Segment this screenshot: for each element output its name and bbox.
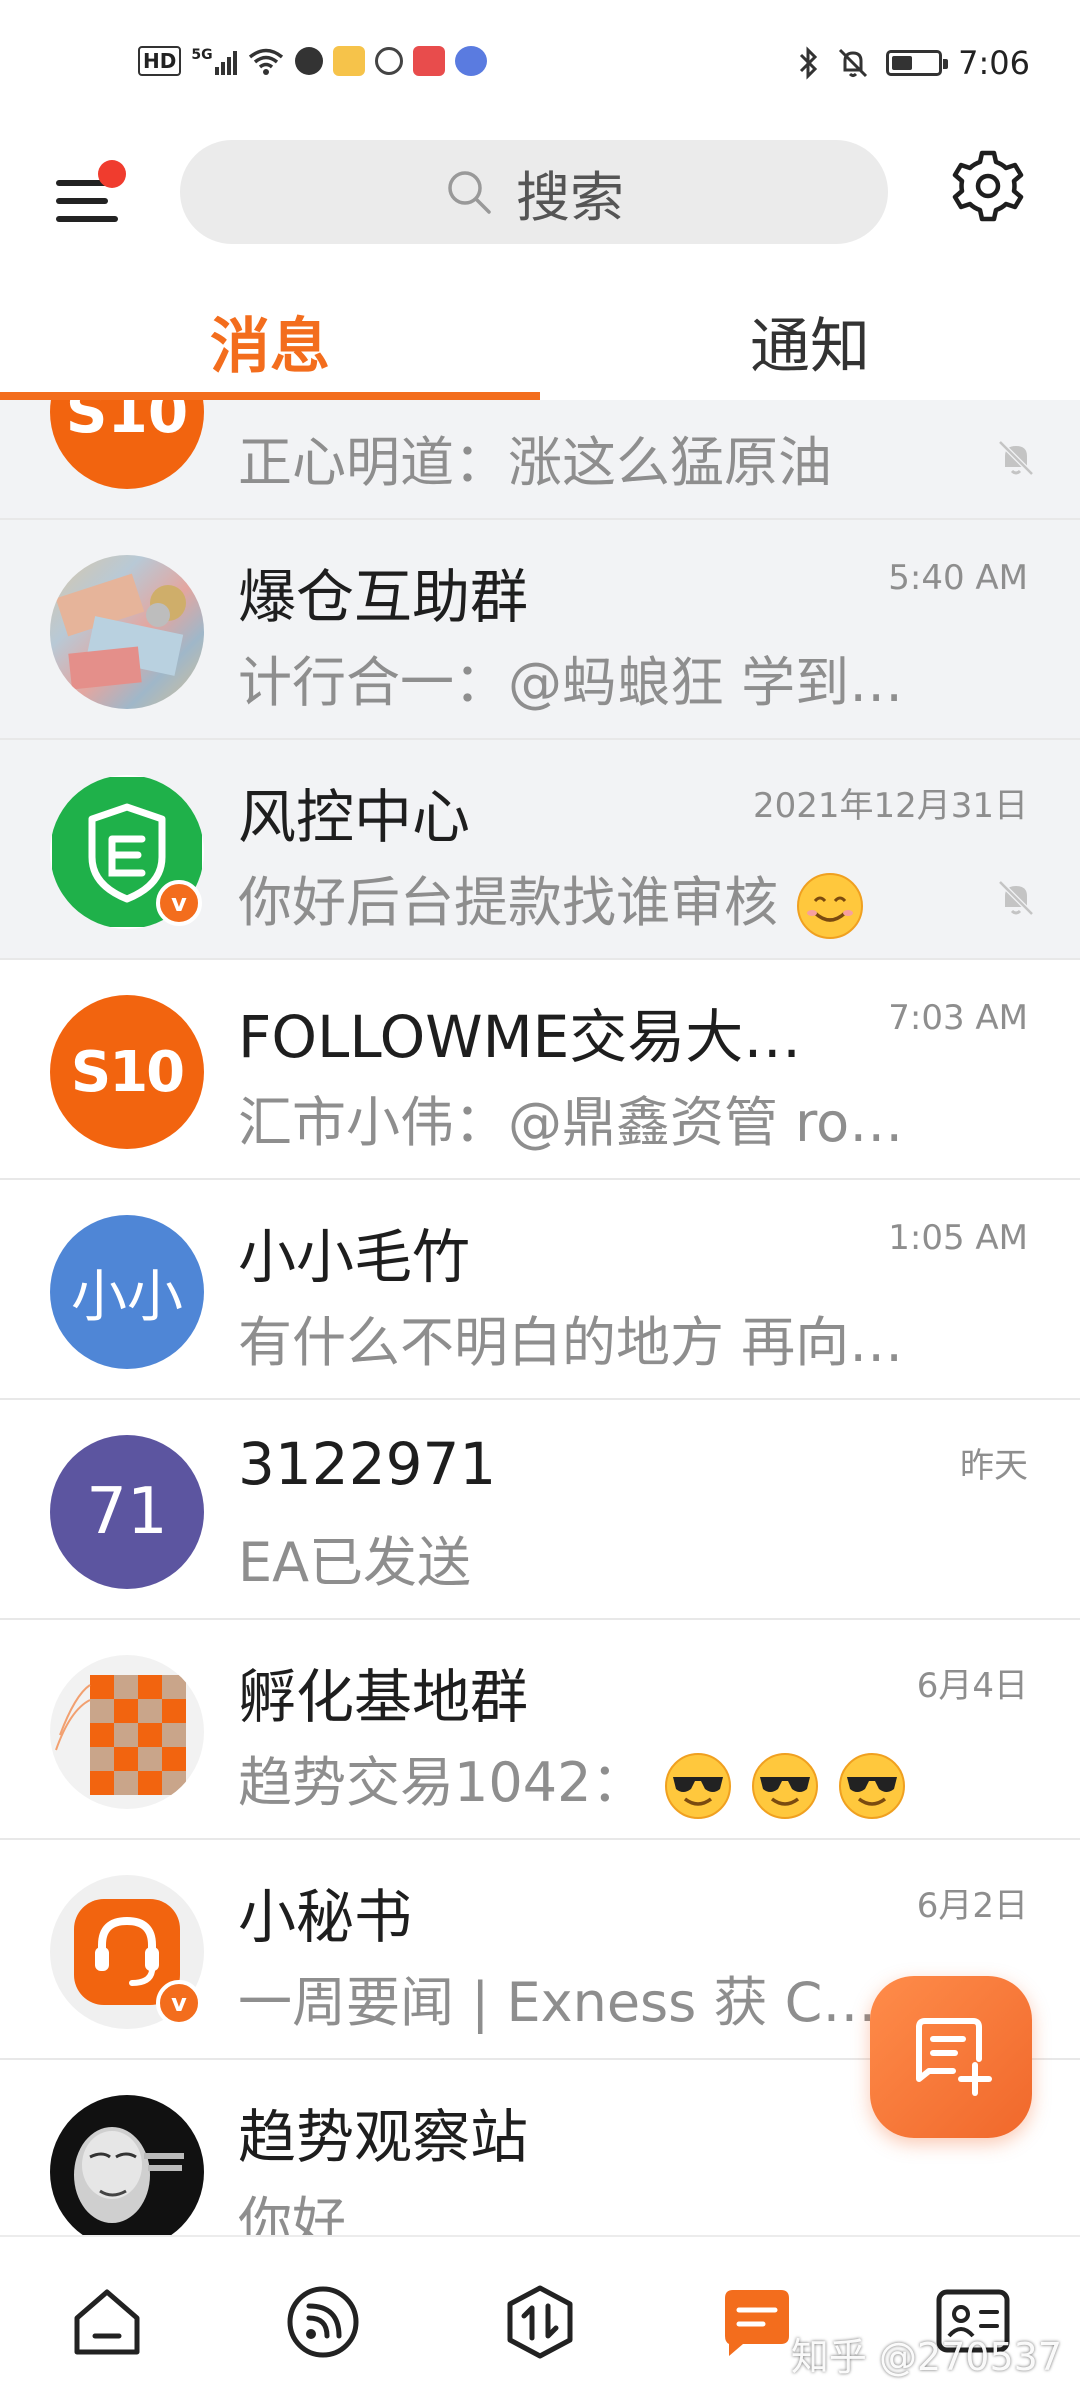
verified-badge: v [156, 1980, 202, 2026]
chat-row[interactable]: 71 3122971 昨天 EA已发送 [0, 1400, 1080, 1620]
chat-preview: 一周要闻 | Exness 获 CM… [238, 1971, 898, 2034]
chat-name: FOLLOWME交易大… [238, 1003, 802, 1071]
mute-bell-icon [839, 48, 868, 78]
status-right-icons: 7:06 [798, 44, 1030, 82]
chat-row[interactable]: S10 FOLLOWME交易大… 7:03 AM 汇市小伟：@鼎鑫资管 ro… [0, 960, 1080, 1180]
chat-preview: 你好后台提款找谁审核 [238, 858, 978, 941]
menu-button[interactable] [52, 158, 132, 238]
chat-time: 2021年12月31日 [752, 786, 1028, 826]
avatar-text: 71 [86, 1475, 168, 1549]
nav-messages[interactable] [712, 2277, 802, 2367]
mute-icon [998, 880, 1034, 916]
currency-photo-avatar [50, 555, 204, 709]
clock: 7:06 [958, 44, 1030, 82]
book-app-icon [412, 46, 445, 76]
messages-icon [725, 2290, 789, 2356]
signal-label: 5G [191, 47, 213, 63]
message-tabs: 消息 通知 [0, 282, 1080, 400]
compose-message-icon [916, 2018, 992, 2096]
app-header: 搜索 [0, 130, 1080, 250]
avatar: S10 [50, 400, 204, 489]
avatar-text: S10 [65, 400, 189, 446]
wifi-icon [248, 48, 283, 75]
chat-row[interactable]: v 风控中心 2021年12月31日 你好后台提款找谁审核 [0, 740, 1080, 960]
chat-row[interactable]: 爆仓互助群 5:40 AM 计行合一：@蚂蜋狂 学到… [0, 520, 1080, 740]
search-placeholder: 搜索 [516, 165, 624, 229]
globe-app-icon [294, 47, 323, 75]
chat-row[interactable]: 孵化基地群 6月4日 趋势交易1042： [0, 1620, 1080, 1840]
chat-name: 爆仓互助群 [238, 563, 529, 631]
verified-badge: v [156, 880, 202, 926]
watermark: 知乎 @270537 [790, 2335, 1062, 2379]
music-app-icon [454, 46, 487, 76]
battery-icon [886, 50, 949, 76]
chat-time: 6月2日 [916, 1886, 1028, 1926]
sunglasses-emoji-icon [751, 1753, 818, 1820]
chat-time: 昨天 [960, 1446, 1028, 1486]
chat-time: 7:03 AM [888, 998, 1028, 1038]
chat-time: 6月4日 [916, 1666, 1028, 1706]
active-tab-indicator [0, 392, 540, 400]
signal-icon: 5G [191, 47, 237, 75]
chat-name: 小小毛竹 [238, 1223, 471, 1291]
nav-trade[interactable] [495, 2277, 585, 2367]
nav-feed[interactable] [278, 2277, 368, 2367]
portrait-photo-avatar [50, 2095, 204, 2235]
chat-preview: 正心明道：涨这么猛原油 [238, 431, 832, 494]
search-bar[interactable]: 搜索 [180, 140, 888, 244]
chat-preview: 汇市小伟：@鼎鑫资管 ro… [238, 1091, 904, 1154]
chat-time: 5:40 AM [888, 558, 1028, 598]
sunglasses-emoji-icon [664, 1753, 731, 1820]
status-left-icons: HD 5G [138, 46, 487, 76]
chat-preview-text: 你好后台提款找谁审核 [238, 871, 778, 934]
avatar-text: S10 [70, 1039, 185, 1105]
gear-icon [952, 150, 1024, 222]
status-bar: HD 5G 7:06 [0, 0, 1080, 130]
trade-icon [507, 2285, 573, 2359]
weibo-app-icon [332, 46, 365, 76]
chat-preview: 计行合一：@蚂蜋狂 学到… [238, 651, 904, 714]
tab-messages[interactable]: 消息 [0, 298, 540, 385]
avatar: S10 [50, 995, 204, 1149]
chat-preview: 趋势交易1042： [238, 1738, 978, 1821]
home-icon [74, 2289, 140, 2355]
sunglasses-emoji-icon [838, 1753, 905, 1820]
hd-icon: HD [138, 46, 182, 76]
mute-icon [998, 440, 1034, 476]
bluetooth-icon [800, 46, 818, 80]
group-collage-avatar [50, 1655, 204, 1809]
avatar-text: 小小 [71, 1264, 183, 1330]
chat-preview: EA已发送 [238, 1531, 472, 1594]
metro-app-icon [374, 47, 403, 75]
notification-dot [98, 160, 126, 188]
nav-home[interactable] [62, 2277, 152, 2367]
chat-row[interactable]: S10 正心明道：涨这么猛原油 [0, 400, 1080, 520]
chat-list[interactable]: S10 正心明道：涨这么猛原油 爆仓互助群 5:40 AM 计行合一：@蚂蜋狂 … [0, 400, 1080, 2235]
chat-preview-text: 趋势交易1042： [238, 1751, 646, 1814]
settings-button[interactable] [950, 148, 1026, 224]
chat-row[interactable]: 小小 小小毛竹 1:05 AM 有什么不明白的地方 再向… [0, 1180, 1080, 1400]
chat-name: 趋势观察站 [238, 2103, 529, 2171]
compose-button[interactable] [870, 1976, 1032, 2138]
feed-icon [287, 2286, 359, 2358]
avatar: 71 [50, 1435, 204, 1589]
smile-emoji-icon [797, 873, 864, 940]
battery-level [892, 56, 912, 70]
avatar: 小小 [50, 1215, 204, 1369]
chat-time: 1:05 AM [888, 1218, 1028, 1258]
chat-preview: 你好 [238, 2191, 346, 2235]
chat-name: 3122971 [238, 1430, 497, 1498]
search-icon [448, 171, 491, 214]
chat-name: 孵化基地群 [238, 1663, 529, 1731]
chat-preview: 有什么不明白的地方 再向… [238, 1311, 904, 1374]
tab-notifications[interactable]: 通知 [540, 298, 1080, 385]
chat-name: 小秘书 [238, 1883, 413, 1951]
